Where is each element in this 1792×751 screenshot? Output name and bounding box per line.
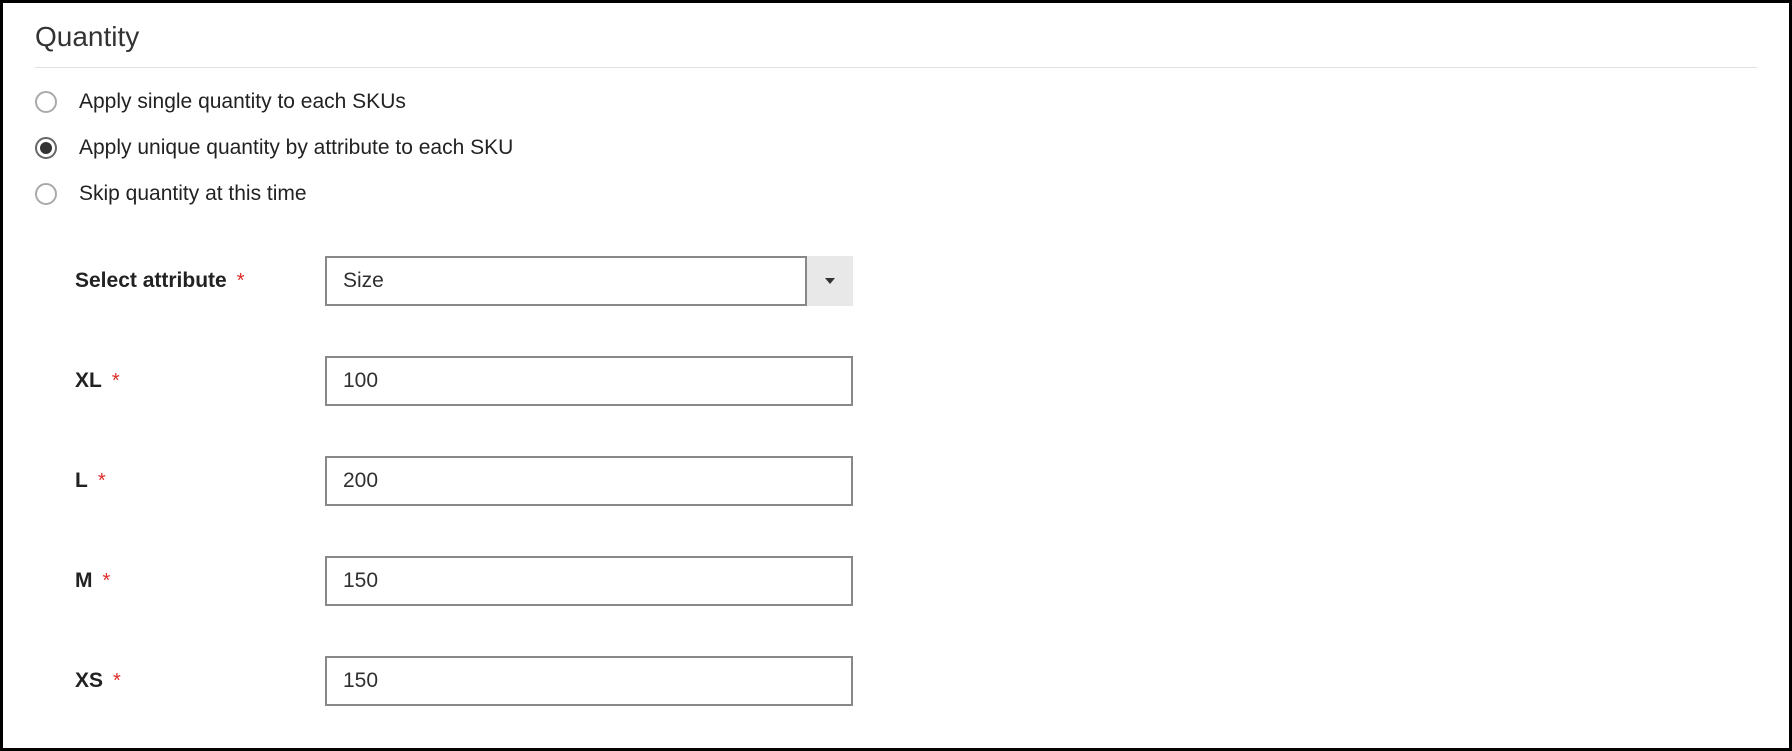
required-mark: * (113, 670, 121, 693)
required-mark: * (98, 470, 106, 493)
radio-icon[interactable] (35, 137, 57, 159)
quantity-section: Quantity Apply single quantity to each S… (0, 0, 1792, 751)
label-text: XL (75, 369, 102, 393)
quantity-input-m[interactable] (325, 556, 853, 606)
label-text: XS (75, 669, 103, 693)
select-attribute-value[interactable]: Size (325, 256, 853, 306)
quantity-label-l: L * (75, 469, 325, 493)
quantity-label-m: M * (75, 569, 325, 593)
quantity-row-xs: XS * (75, 656, 1757, 706)
quantity-label-xs: XS * (75, 669, 325, 693)
radio-option-skip[interactable]: Skip quantity at this time (35, 182, 1757, 206)
label-text: M (75, 569, 93, 593)
required-mark: * (112, 370, 120, 393)
radio-option-unique[interactable]: Apply unique quantity by attribute to ea… (35, 136, 1757, 160)
label-text: Select attribute (75, 269, 227, 293)
section-title: Quantity (35, 21, 1757, 68)
quantity-label-xl: XL * (75, 369, 325, 393)
radio-label-unique: Apply unique quantity by attribute to ea… (79, 136, 513, 160)
select-attribute-label: Select attribute * (75, 269, 325, 293)
radio-icon[interactable] (35, 183, 57, 205)
quantity-mode-radio-group: Apply single quantity to each SKUs Apply… (35, 90, 1757, 206)
quantity-input-xl[interactable] (325, 356, 853, 406)
radio-label-skip: Skip quantity at this time (79, 182, 307, 206)
radio-option-single[interactable]: Apply single quantity to each SKUs (35, 90, 1757, 114)
select-attribute-row: Select attribute * Size (75, 256, 1757, 306)
attribute-form: Select attribute * Size XL * L * (35, 256, 1757, 706)
radio-label-single: Apply single quantity to each SKUs (79, 90, 406, 114)
quantity-input-xs[interactable] (325, 656, 853, 706)
select-attribute-dropdown[interactable]: Size (325, 256, 853, 306)
quantity-row-xl: XL * (75, 356, 1757, 406)
required-mark: * (237, 270, 245, 293)
radio-icon[interactable] (35, 91, 57, 113)
quantity-input-l[interactable] (325, 456, 853, 506)
quantity-row-l: L * (75, 456, 1757, 506)
label-text: L (75, 469, 88, 493)
required-mark: * (103, 570, 111, 593)
quantity-row-m: M * (75, 556, 1757, 606)
